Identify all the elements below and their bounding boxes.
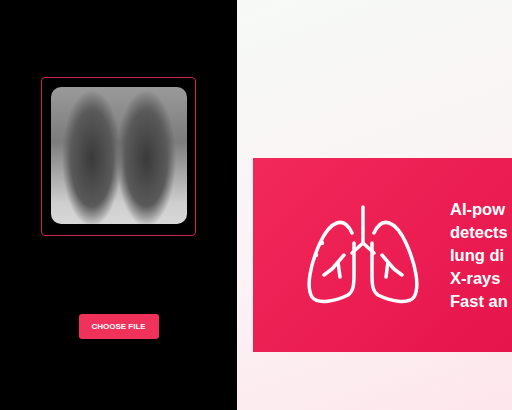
lungs-icon (300, 203, 426, 307)
info-panel: AI-powdetectslung diX-raysFast an (237, 0, 512, 410)
upload-panel: CHOOSE FILE (0, 0, 237, 410)
choose-file-button[interactable]: CHOOSE FILE (79, 314, 159, 339)
image-preview (41, 77, 196, 236)
banner-line: X-rays (450, 267, 508, 290)
xray-photo (51, 87, 187, 224)
banner-line: detects (450, 221, 508, 244)
banner-text: AI-powdetectslung diX-raysFast an (450, 198, 508, 313)
info-banner: AI-powdetectslung diX-raysFast an (253, 158, 512, 352)
banner-line: Fast an (450, 290, 508, 313)
page: CHOOSE FILE AI-powdetectslung diX-raysFas… (0, 0, 512, 410)
banner-line: AI-pow (450, 198, 508, 221)
banner-line: lung di (450, 244, 508, 267)
